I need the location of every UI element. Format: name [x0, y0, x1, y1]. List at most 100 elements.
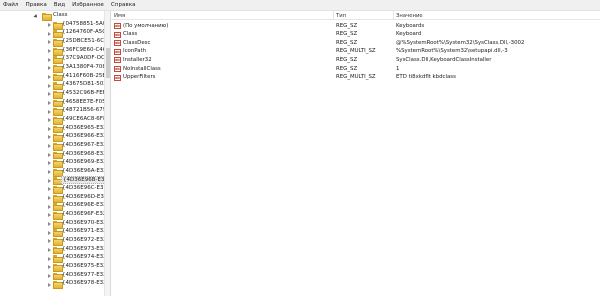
folder-icon	[53, 151, 63, 160]
menu-edit[interactable]: Правка	[24, 2, 47, 8]
tree-item[interactable]: {49CE6AC8-6F8	[0, 116, 104, 125]
menu-view[interactable]: Вид	[53, 2, 66, 8]
expand-arrow-icon[interactable]	[46, 117, 52, 123]
expand-arrow-icon[interactable]	[46, 186, 52, 192]
expand-arrow-icon[interactable]	[46, 221, 52, 227]
tree-item[interactable]: {4D36E972-E32	[0, 237, 104, 246]
expand-arrow-icon[interactable]	[46, 126, 52, 132]
expand-arrow-icon[interactable]	[46, 178, 52, 184]
expand-arrow-icon[interactable]	[46, 169, 52, 175]
tree-item[interactable]: {25DBCE51-6C8	[0, 38, 104, 47]
folder-icon	[53, 99, 63, 108]
expand-arrow-icon[interactable]	[46, 31, 52, 37]
tree-item[interactable]: {4D36E966-E32	[0, 133, 104, 143]
registry-value-row[interactable]: ab ClassDesc REG_SZ @%SystemRoot%\System32\…	[111, 39, 600, 48]
column-divider[interactable]	[393, 11, 394, 20]
registry-value-row[interactable]: ab NoInstallClass REG_SZ 1	[111, 65, 600, 74]
tree-item-label: {43675D81-502	[62, 81, 104, 88]
tree-item[interactable]: {4D36E969-E32	[0, 159, 104, 168]
tree-item-label: {25DBCE51-6C8	[62, 38, 104, 45]
expand-arrow-icon[interactable]	[46, 264, 52, 270]
expand-arrow-icon[interactable]	[46, 282, 52, 288]
collapse-arrow-icon[interactable]	[33, 14, 39, 20]
expand-arrow-icon[interactable]	[46, 256, 52, 262]
value-name: Class	[123, 31, 138, 38]
expand-arrow-icon[interactable]	[46, 204, 52, 210]
expand-arrow-icon[interactable]	[46, 91, 52, 97]
tree-item-label: {4D36E974-E32	[62, 254, 104, 261]
expand-arrow-icon[interactable]	[46, 57, 52, 63]
tree-item[interactable]: {37C9A0DF-OC	[0, 55, 104, 65]
registry-value-row[interactable]: ab UpperFilters REG_MULTI_SZ ETD ti8xkdflt …	[111, 74, 600, 83]
menu-favorites[interactable]: Избранное	[71, 2, 105, 8]
value-data: Keyboards	[396, 22, 425, 29]
tree-item[interactable]: {4D36E973-E32	[0, 245, 104, 255]
tree-item[interactable]: {4D36E975-E32	[0, 263, 104, 272]
registry-value-row[interactable]: ab (По умолчанию) REG_SZ Keyboards	[111, 22, 600, 31]
folder-icon	[53, 281, 63, 290]
registry-value-row[interactable]: ab Installer32 REG_SZ SysClass.Dll,Keyboard…	[111, 56, 600, 65]
column-header-type[interactable]: Тип	[336, 13, 346, 19]
expand-arrow-icon[interactable]	[46, 212, 52, 218]
expand-arrow-icon[interactable]	[46, 247, 52, 253]
expand-arrow-icon[interactable]	[46, 48, 52, 54]
tree-item[interactable]: {4658EE7E-F05C	[0, 98, 104, 108]
tree-item[interactable]: {4D36E96D-E32	[0, 194, 104, 203]
expand-arrow-icon[interactable]	[46, 134, 52, 140]
expand-arrow-icon[interactable]	[46, 273, 52, 279]
menu-file[interactable]: Файл	[2, 2, 19, 8]
tree-item[interactable]: {43675D81-502	[0, 81, 104, 91]
tree-item-label: {4116F60B-25E	[62, 72, 104, 79]
tree-item[interactable]: {4D36E974-E32	[0, 254, 104, 264]
tree-item-label: {4D36E975-E32	[62, 262, 104, 269]
tree-item[interactable]: {4D36E977-E32	[0, 271, 104, 281]
tree-item[interactable]: {4116F60B-25E	[0, 72, 104, 82]
tree-item[interactable]: {3A1380F4-708	[0, 64, 104, 73]
tree-item[interactable]: {4D36E96B-E32	[0, 176, 104, 186]
expand-arrow-icon[interactable]	[46, 160, 52, 166]
tree-item[interactable]: {4D36E971-E32	[0, 228, 104, 238]
expand-arrow-icon[interactable]	[46, 230, 52, 236]
tree-item[interactable]: {4D36E970-E32	[0, 219, 104, 229]
expand-arrow-icon[interactable]	[46, 74, 52, 80]
tree-item-label: {3A1380F4-708	[62, 64, 104, 71]
tree-item[interactable]: {48721B56-679	[0, 107, 104, 117]
tree-item[interactable]: {4532C96B-FEFC	[0, 90, 104, 99]
expand-arrow-icon[interactable]	[46, 83, 52, 89]
tree-item[interactable]: {1264760F-A5C	[0, 29, 104, 39]
column-header-name[interactable]: Имя	[114, 13, 125, 19]
expand-arrow-icon[interactable]	[46, 65, 52, 71]
tree-item[interactable]: {04758851-5A0	[0, 21, 104, 30]
expand-arrow-icon[interactable]	[46, 152, 52, 158]
menu-help[interactable]: Справка	[110, 2, 137, 8]
expand-arrow-icon[interactable]	[46, 100, 52, 106]
values-list[interactable]: Имя Тип Значение ab (По умолчанию) REG_SZ K…	[110, 11, 600, 296]
value-type: REG_SZ	[336, 39, 358, 46]
registry-value-row[interactable]: ab IconPath REG_MULTI_SZ %SystemRoot%\Syste…	[111, 48, 600, 57]
expand-arrow-icon[interactable]	[46, 22, 52, 28]
tree-item[interactable]: {4D36E96C-E32	[0, 185, 104, 194]
expand-arrow-icon[interactable]	[46, 195, 52, 201]
tree-item[interactable]: {4D36E96E-E327	[0, 202, 104, 212]
tree-item-label: {4D36E965-E32	[62, 124, 104, 131]
string-value-icon: ab	[114, 40, 121, 47]
registry-tree[interactable]: Class {04758851-5A0 {1264760F-A5C {25DBCE5…	[0, 11, 104, 296]
tree-item[interactable]: {4D36E965-E32	[0, 124, 104, 134]
tree-item[interactable]: {4D36E968-E32	[0, 150, 104, 160]
value-name: ClassDesc	[123, 39, 151, 46]
tree-item-class[interactable]: Class	[0, 12, 104, 22]
tree-item[interactable]: {4D36E967-E32	[0, 142, 104, 151]
tree-item[interactable]: {4D36E978-E32	[0, 280, 104, 290]
column-header-value[interactable]: Значение	[396, 13, 423, 19]
tree-item[interactable]: {4D36E96A-E32	[0, 168, 104, 177]
folder-icon	[53, 56, 63, 65]
registry-value-row[interactable]: ab Class REG_SZ Keyboard	[111, 31, 600, 40]
expand-arrow-icon[interactable]	[46, 143, 52, 149]
expand-arrow-icon[interactable]	[46, 39, 52, 45]
column-divider[interactable]	[333, 11, 334, 20]
tree-item[interactable]: {4D36E96F-E32	[0, 211, 104, 220]
expand-arrow-icon[interactable]	[46, 109, 52, 115]
folder-icon	[53, 194, 63, 203]
tree-item[interactable]: {36FC9E60-C46	[0, 46, 104, 56]
expand-arrow-icon[interactable]	[46, 238, 52, 244]
